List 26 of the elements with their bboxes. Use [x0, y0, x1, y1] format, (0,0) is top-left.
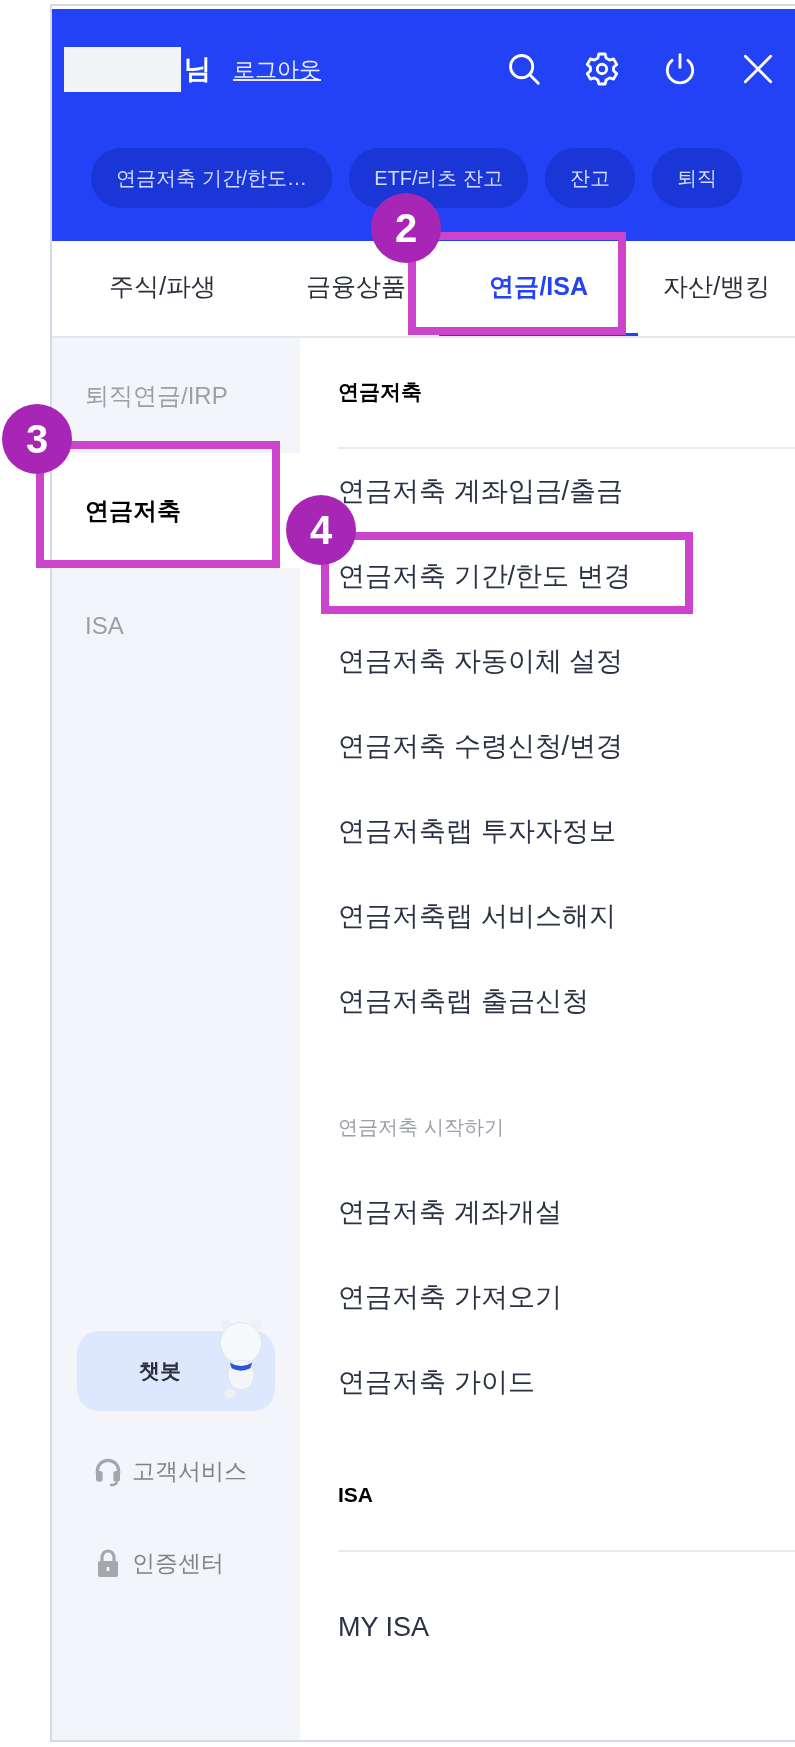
settings-icon[interactable]	[583, 50, 621, 88]
menu-item[interactable]: 연금저축랩 서비스해지	[338, 896, 616, 937]
menu-tab[interactable]: 연금/ISA	[438, 241, 639, 336]
sidebar-item[interactable]: 연금저축	[85, 492, 181, 529]
shortcut-chip[interactable]: 퇴직	[652, 148, 742, 208]
step-number-badge: 3	[2, 404, 72, 474]
menu-tab[interactable]: 자산/뱅킹	[638, 241, 795, 336]
sidebar-link[interactable]: 인증센터	[132, 1545, 224, 1581]
shortcut-chip[interactable]: 잔고	[545, 148, 635, 208]
menu-item[interactable]: MY ISA	[338, 1606, 430, 1648]
logout-link[interactable]: 로그아웃	[233, 52, 321, 86]
shortcut-chip[interactable]: 연금저축 기간/한도…	[91, 148, 333, 208]
menu-item[interactable]: 연금저축 자동이체 설정	[338, 641, 623, 682]
section-heading: 연금저축	[338, 378, 422, 405]
menu-item[interactable]: 연금저축 수령신청/변경	[338, 726, 623, 767]
shortcut-chip[interactable]: ETF/리츠 잔고	[349, 148, 528, 208]
sidebar-link[interactable]: 고객서비스	[132, 1453, 247, 1489]
menu-item[interactable]: 연금저축 가이드	[338, 1362, 535, 1403]
section-heading: ISA	[338, 1481, 373, 1508]
section-subheading: 연금저축 시작하기	[338, 1115, 504, 1140]
menu-tab[interactable]: 주식/파생	[52, 241, 274, 336]
user-name-suffix: 님	[184, 52, 211, 86]
menu-item[interactable]: 연금저축랩 출금신청	[338, 981, 589, 1022]
menu-item[interactable]: 연금저축랩 투자자정보	[338, 811, 616, 852]
menu-item[interactable]: 연금저축 가져오기	[338, 1277, 562, 1318]
menu-item[interactable]: 연금저축 계좌개설	[338, 1192, 562, 1233]
